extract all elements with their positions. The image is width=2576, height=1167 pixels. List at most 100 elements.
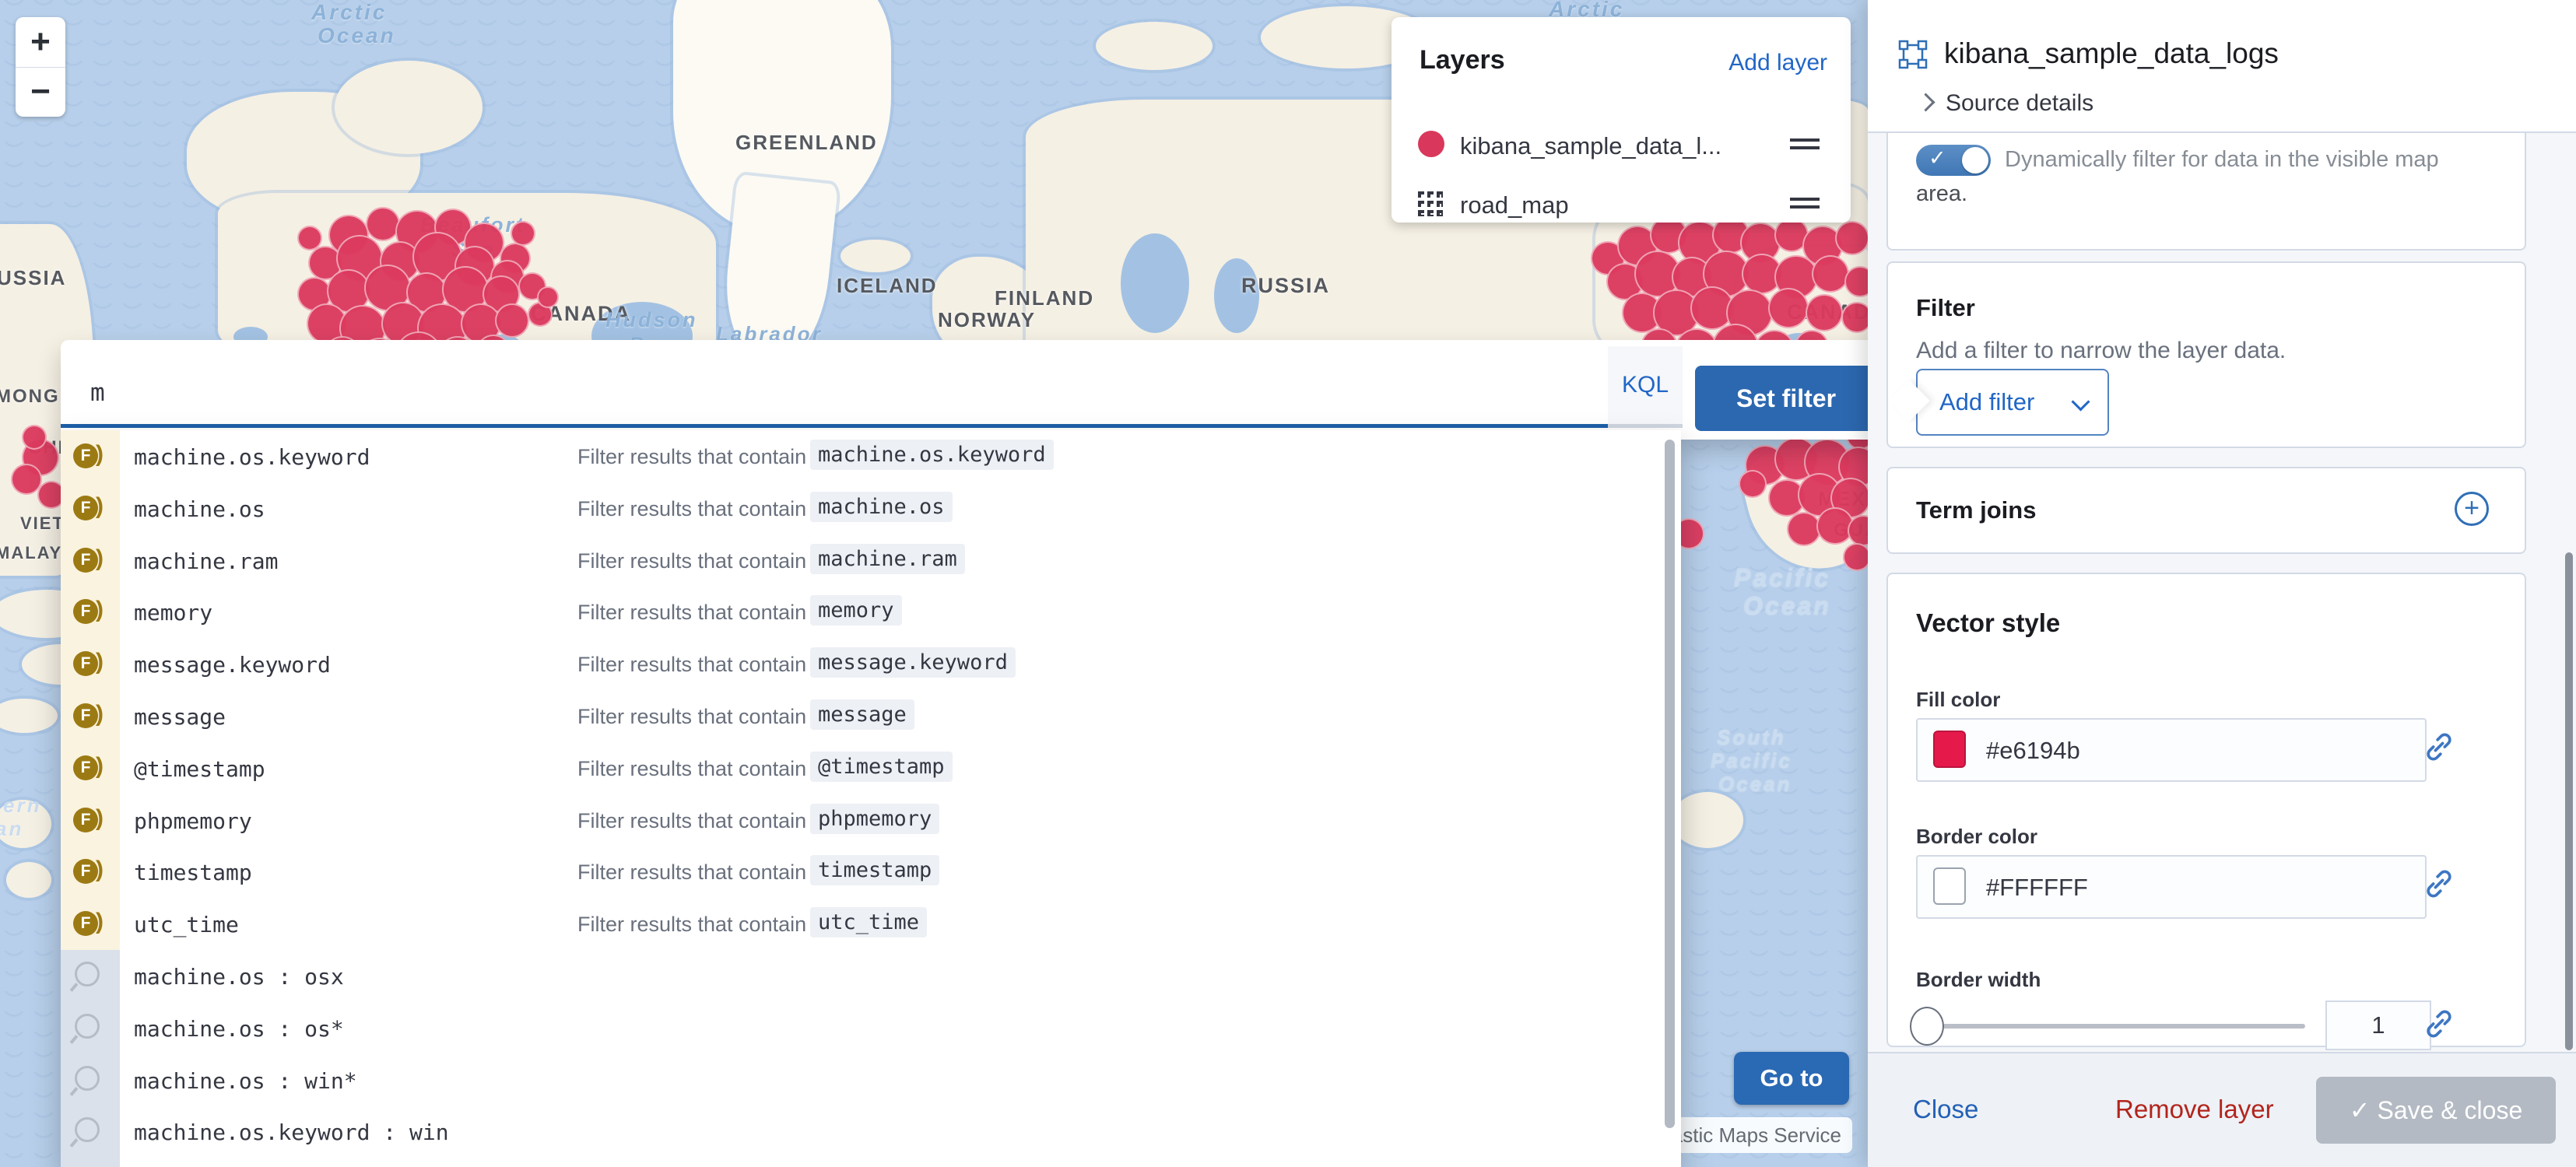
search-icon xyxy=(75,1014,100,1039)
suggestion-field-name: phpmemory xyxy=(134,808,252,834)
field-suggestion-row[interactable]: F @timestamp Filter results that contain… xyxy=(61,742,1681,794)
toggle-check-icon: ✓ xyxy=(1928,146,1946,170)
icon-cell: F xyxy=(61,794,120,846)
border-width-input[interactable]: 1 xyxy=(2325,1001,2431,1050)
query-suggestion-row[interactable]: machine.os : osx xyxy=(61,950,1681,1002)
search-icon xyxy=(75,1066,100,1091)
suggestion-description: Filter results that contain xyxy=(577,549,806,573)
add-filter-button[interactable]: Add filter xyxy=(1916,369,2109,436)
document-cluster-dot[interactable] xyxy=(22,425,47,450)
document-cluster-dot[interactable] xyxy=(1806,294,1843,331)
fill-color-input[interactable]: #e6194b xyxy=(1916,718,2427,782)
field-suggestion-row[interactable]: F timestamp Filter results that contain … xyxy=(61,846,1681,898)
document-cluster-dot[interactable] xyxy=(1812,255,1849,293)
map-water-label: Ocean xyxy=(318,23,396,48)
field-suggestions-list: F machine.os.keyword Filter results that… xyxy=(61,430,1681,950)
kql-field-icon: F xyxy=(73,859,98,884)
field-suggestion-row[interactable]: F message.keyword Filter results that co… xyxy=(61,638,1681,690)
icon-cell: F xyxy=(61,846,120,898)
flyout-scrollbar[interactable] xyxy=(2565,552,2573,1050)
link-fill-color-icon[interactable] xyxy=(2422,730,2456,764)
field-suggestion-row[interactable]: F machine.os.keyword Filter results that… xyxy=(61,430,1681,482)
suggestion-code: machine.os.keyword xyxy=(810,440,1054,470)
border-color-value[interactable]: #FFFFFF xyxy=(1986,874,2088,902)
query-suggestion-row[interactable]: machine.os : os* xyxy=(61,1002,1681,1054)
suggestion-description: Filter results that contain xyxy=(577,445,806,469)
map-country-label: ICELAND xyxy=(837,274,938,298)
field-suggestion-row[interactable]: F machine.os Filter results that contain… xyxy=(61,482,1681,534)
icon-cell xyxy=(61,1002,120,1054)
query-suggestion-row[interactable]: machine.os : win* xyxy=(61,1054,1681,1106)
icon-cell xyxy=(61,1054,120,1106)
suggestion-code: machine.ram xyxy=(810,544,965,574)
field-suggestion-row[interactable]: F utc_time Filter results that contain u… xyxy=(61,898,1681,950)
field-suggestion-row[interactable]: F phpmemory Filter results that contain … xyxy=(61,794,1681,846)
border-color-input[interactable]: #FFFFFF xyxy=(1916,855,2427,919)
search-input[interactable]: m xyxy=(90,379,105,407)
fill-color-value[interactable]: #e6194b xyxy=(1986,737,2080,765)
map-water-label: South xyxy=(1717,725,1786,749)
map-country-label: GREENLAND xyxy=(735,131,878,155)
source-details-accordion[interactable]: Source details xyxy=(1946,90,2093,117)
query-suggestion-row[interactable]: machine.os.keyword : win xyxy=(61,1106,1681,1158)
kql-field-icon: F xyxy=(73,911,98,936)
suggestion-code: timestamp xyxy=(810,855,939,885)
document-cluster-dot[interactable] xyxy=(297,226,322,251)
suggestion-description: Filter results that contain xyxy=(577,757,806,781)
suggestion-field-name: machine.os xyxy=(134,496,265,522)
drag-handle-icon[interactable] xyxy=(1790,196,1820,212)
suggestion-query-text: machine.os.keyword : win xyxy=(134,1120,449,1145)
kql-field-icon: F xyxy=(73,496,98,520)
query-suggestions-list: machine.os : osx machine.os : os* machin… xyxy=(61,950,1681,1167)
field-suggestion-row[interactable]: F memory Filter results that contain mem… xyxy=(61,586,1681,638)
icon-cell xyxy=(61,1106,120,1158)
suggestion-field-name: memory xyxy=(134,600,212,626)
document-cluster-dot[interactable] xyxy=(511,221,535,246)
add-layer-link[interactable]: Add layer xyxy=(1728,50,1827,76)
lake xyxy=(1121,233,1189,333)
filter-card: Filter Add a filter to narrow the layer … xyxy=(1886,261,2526,448)
border-width-slider-thumb[interactable] xyxy=(1910,1007,1944,1046)
field-suggestion-row[interactable]: F machine.ram Filter results that contai… xyxy=(61,534,1681,587)
suggestion-code: @timestamp xyxy=(810,752,953,782)
map-water-label: Pacific xyxy=(1734,563,1830,592)
layer-name[interactable]: kibana_sample_data_l... xyxy=(1460,132,1721,160)
layer-row[interactable]: kibana_sample_data_l... xyxy=(1392,123,1851,170)
zoom-in-button[interactable]: + xyxy=(16,17,65,68)
kql-field-icon: F xyxy=(73,443,98,468)
document-cluster-dot[interactable] xyxy=(1843,543,1871,571)
document-cluster-dot[interactable] xyxy=(1768,288,1809,328)
kql-language-button[interactable]: KQL xyxy=(1608,346,1683,428)
zoom-out-button[interactable]: − xyxy=(16,67,65,117)
link-border-color-icon[interactable] xyxy=(2422,867,2456,901)
layer-row[interactable]: road_map xyxy=(1392,182,1851,229)
suggestion-description: Filter results that contain xyxy=(577,809,806,833)
document-cluster-dot[interactable] xyxy=(1739,470,1767,498)
attribution-text[interactable]: lastic Maps Service xyxy=(1667,1123,1841,1148)
document-cluster-dot[interactable] xyxy=(537,286,559,308)
field-suggestion-row[interactable]: F message Filter results that contain me… xyxy=(61,690,1681,742)
save-and-close-button[interactable]: ✓ Save & close xyxy=(2316,1077,2556,1144)
set-filter-button[interactable]: Set filter xyxy=(1695,366,1877,431)
document-cluster-dot[interactable] xyxy=(366,207,400,241)
dropdown-scrollbar[interactable] xyxy=(1665,440,1675,1128)
border-color-swatch[interactable] xyxy=(1933,867,1966,905)
link-border-width-icon[interactable] xyxy=(2422,1007,2456,1041)
icon-cell: F xyxy=(61,690,120,742)
icon-cell: F xyxy=(61,898,120,950)
add-join-plus-icon[interactable]: + xyxy=(2455,492,2489,526)
go-to-button[interactable]: Go to xyxy=(1734,1052,1849,1105)
border-width-slider-track[interactable] xyxy=(1921,1024,2305,1029)
layer-name[interactable]: road_map xyxy=(1460,191,1569,219)
close-button[interactable]: Close xyxy=(1908,1094,1983,1125)
landmass xyxy=(335,61,483,154)
dynamic-filter-toggle[interactable]: ✓ xyxy=(1916,145,1991,176)
document-cluster-dot[interactable] xyxy=(495,303,529,338)
icon-cell: F xyxy=(61,534,120,587)
remove-layer-button[interactable]: Remove layer xyxy=(2111,1094,2279,1125)
drag-handle-icon[interactable] xyxy=(1790,137,1820,152)
vector-shape-icon xyxy=(1897,39,1928,70)
fill-color-swatch[interactable] xyxy=(1933,731,1966,768)
icon-cell xyxy=(61,950,120,1002)
map-water-label: Pacific xyxy=(1711,748,1792,773)
